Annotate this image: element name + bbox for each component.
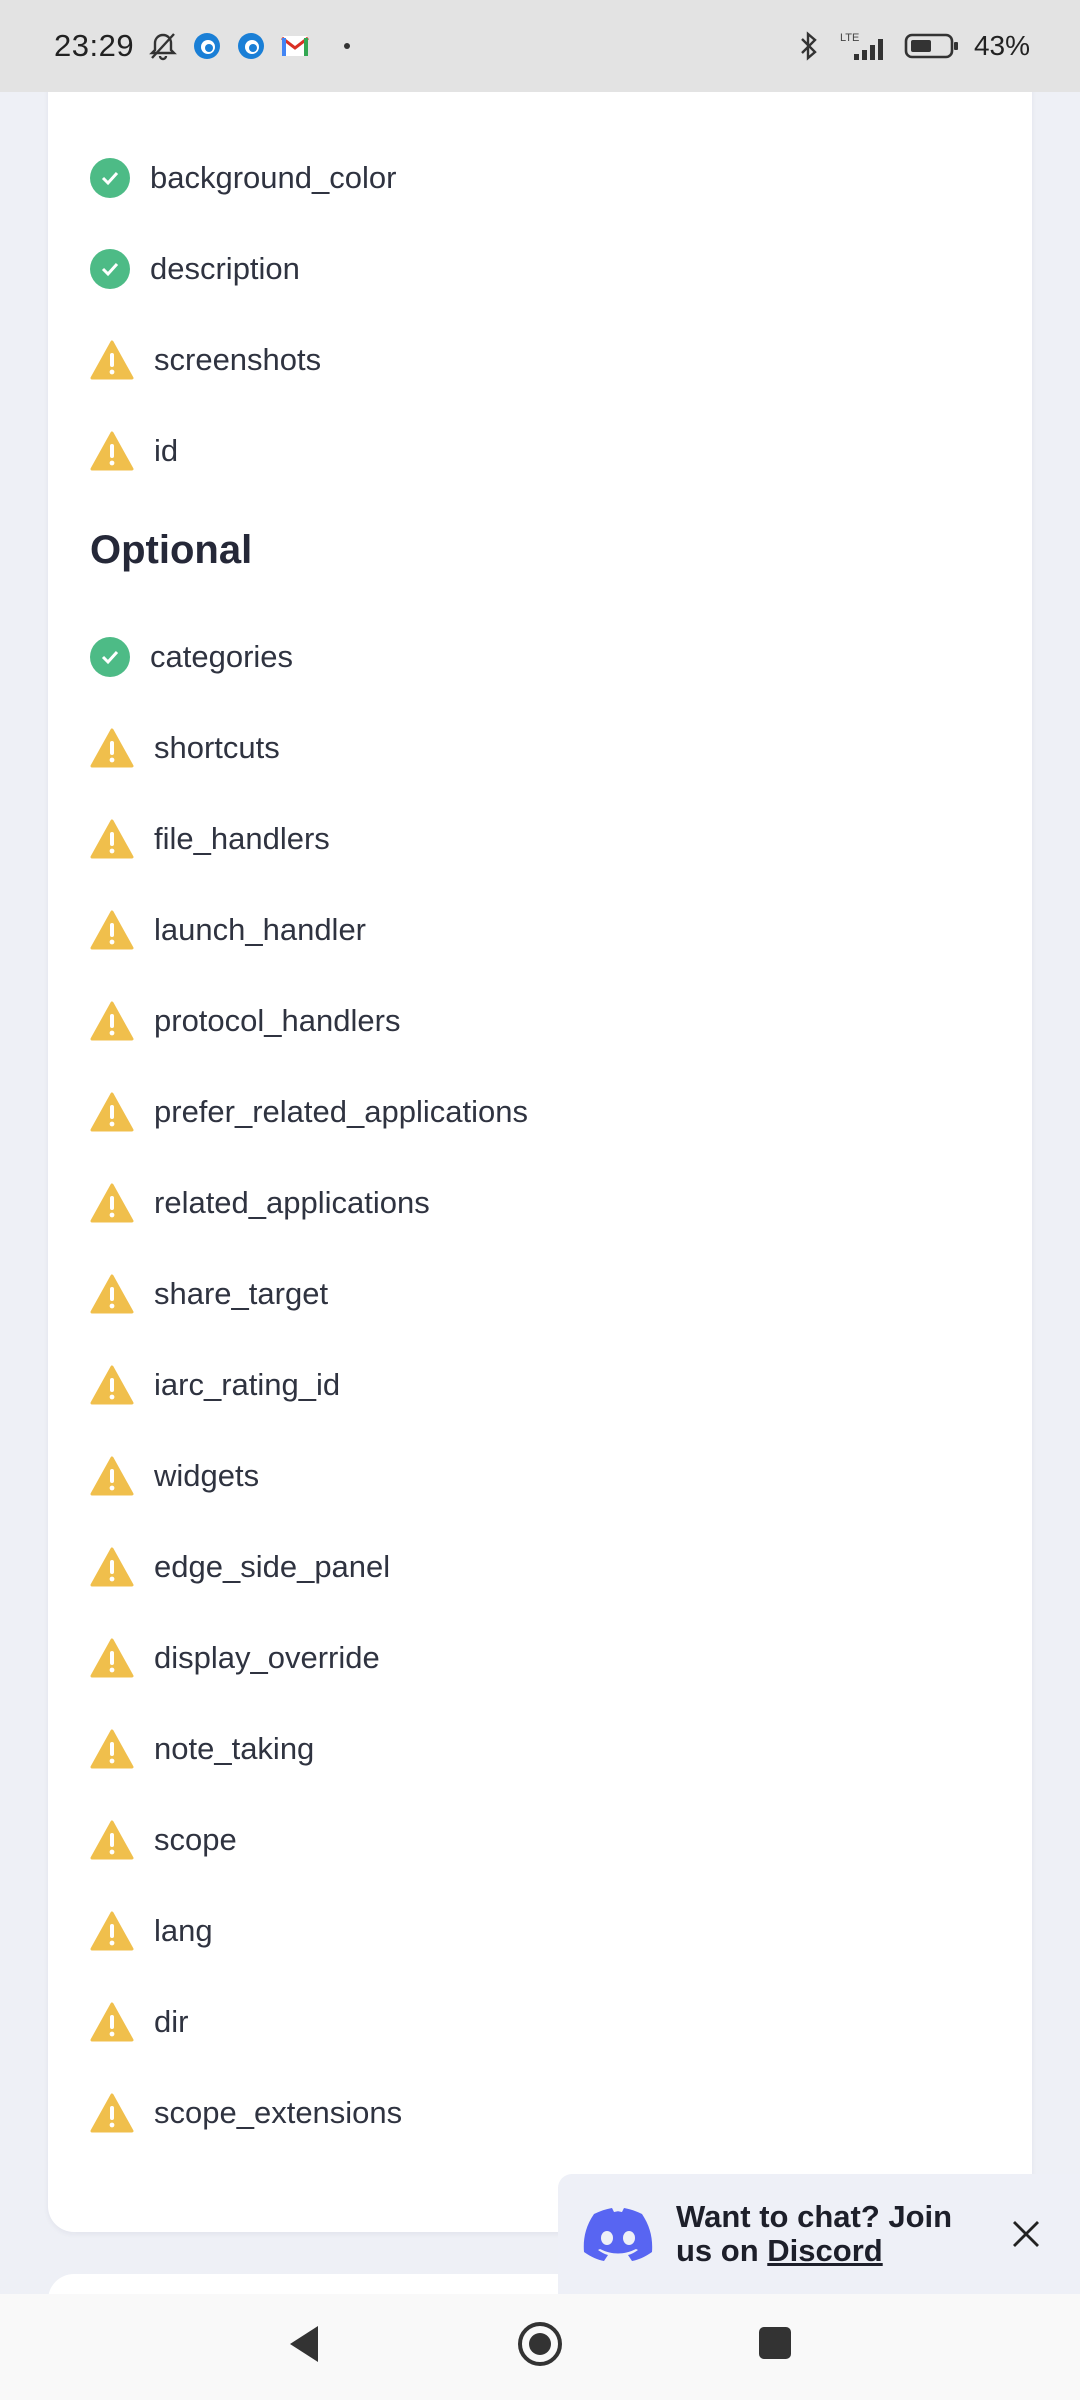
discord-toast-text: Want to chat? Join us on Discord <box>676 2200 976 2268</box>
list-item-label: dir <box>154 2004 189 2039</box>
status-time: 23:29 <box>54 28 135 63</box>
optional-section-title: Optional <box>90 528 253 572</box>
status-bar: 23:29 LTE 43% <box>0 0 1080 92</box>
warning-icon <box>90 1820 134 1860</box>
list-item-label: screenshots <box>154 342 322 377</box>
gmail-icon <box>280 31 310 61</box>
list-item-label: lang <box>154 1913 213 1948</box>
list-item-label: id <box>154 433 179 468</box>
discord-link[interactable]: Discord <box>767 2233 882 2268</box>
warning-icon <box>90 2002 134 2042</box>
warning-icon <box>90 1092 134 1132</box>
warning-icon <box>90 2093 134 2133</box>
warning-icon <box>90 1001 134 1041</box>
notification-dot-icon <box>344 43 351 49</box>
warning-icon <box>90 1911 134 1951</box>
list-item-label: iarc_rating_id <box>154 1367 341 1402</box>
list-item: edge_side_panel <box>90 1539 390 1595</box>
home-icon[interactable] <box>516 2320 564 2368</box>
warning-icon <box>90 728 134 768</box>
list-item: display_override <box>90 1630 380 1686</box>
warning-icon <box>90 910 134 950</box>
list-item: prefer_related_applications <box>90 1084 528 1140</box>
list-item: note_taking <box>90 1721 314 1777</box>
list-item: lang <box>90 1903 213 1959</box>
discord-icon <box>582 2206 654 2262</box>
check-circle-icon <box>90 637 130 677</box>
list-item-label: shortcuts <box>154 730 280 765</box>
manifest-checklist-card: background_color description screenshots id… <box>48 60 1032 2232</box>
list-item-label: scope <box>154 1822 237 1857</box>
list-item: description <box>90 241 300 297</box>
list-item-label: background_color <box>150 160 397 195</box>
warning-icon <box>90 1274 134 1314</box>
system-navigation-bar <box>0 2294 1080 2400</box>
list-item: scope <box>90 1812 237 1868</box>
list-item: background_color <box>90 150 396 206</box>
edge-icon <box>192 31 222 61</box>
warning-icon <box>90 1638 134 1678</box>
list-item: shortcuts <box>90 720 280 776</box>
list-item: file_handlers <box>90 811 330 867</box>
list-item: scope_extensions <box>90 2085 402 2141</box>
list-item-label: display_override <box>154 1640 380 1675</box>
list-item-label: edge_side_panel <box>154 1549 391 1584</box>
list-item: dir <box>90 1994 188 2050</box>
battery-percent: 43% <box>973 30 1030 61</box>
list-item-label: widgets <box>154 1458 260 1493</box>
list-item: iarc_rating_id <box>90 1357 340 1413</box>
list-item-label: launch_handler <box>154 912 367 947</box>
list-item: categories <box>90 629 293 685</box>
list-item: id <box>90 423 178 479</box>
list-item-label: categories <box>150 639 294 674</box>
list-item: protocol_handlers <box>90 993 400 1049</box>
list-item: share_target <box>90 1266 328 1322</box>
lte-signal-icon: LTE <box>838 31 890 61</box>
list-item: screenshots <box>90 332 321 388</box>
list-item-label: description <box>150 251 300 286</box>
edge-icon <box>236 31 266 61</box>
discord-toast[interactable]: Want to chat? Join us on Discord <box>558 2174 1080 2294</box>
list-item-label: related_applications <box>154 1185 430 1220</box>
list-item-label: file_handlers <box>154 821 330 856</box>
bell-off-icon <box>148 31 178 61</box>
list-item-label: prefer_related_applications <box>154 1094 528 1129</box>
list-item: launch_handler <box>90 902 366 958</box>
warning-icon <box>90 1183 134 1223</box>
list-item: widgets <box>90 1448 259 1504</box>
status-bar-left: 23:29 <box>54 28 351 64</box>
close-icon[interactable] <box>1008 2216 1044 2252</box>
list-item: related_applications <box>90 1175 430 1231</box>
warning-icon <box>90 1456 134 1496</box>
check-circle-icon <box>90 249 130 289</box>
status-bar-right: LTE 43% <box>794 30 1030 62</box>
battery-icon <box>904 31 960 61</box>
check-circle-icon <box>90 158 130 198</box>
list-item-label: protocol_handlers <box>154 1003 401 1038</box>
svg-text:LTE: LTE <box>840 32 859 44</box>
bluetooth-icon <box>794 31 824 61</box>
list-item-label: note_taking <box>154 1731 315 1766</box>
list-item-label: scope_extensions <box>154 2095 403 2130</box>
warning-icon <box>90 1729 134 1769</box>
warning-icon <box>90 431 134 471</box>
warning-icon <box>90 1547 134 1587</box>
back-icon[interactable] <box>284 2322 324 2366</box>
warning-icon <box>90 819 134 859</box>
warning-icon <box>90 1365 134 1405</box>
recents-icon[interactable] <box>756 2324 794 2362</box>
list-item-label: share_target <box>154 1276 329 1311</box>
warning-icon <box>90 340 134 380</box>
